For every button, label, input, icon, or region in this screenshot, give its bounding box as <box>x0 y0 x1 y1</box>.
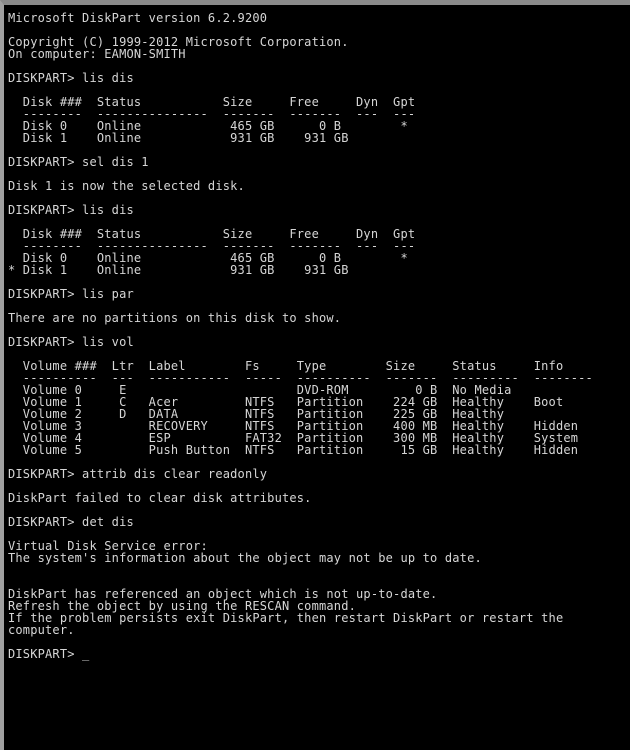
table-row: Volume 5 Push Button NTFS Partition 15 G… <box>8 443 579 457</box>
stale-object-line-3: If the problem persists exit DiskPart, t… <box>8 611 564 625</box>
version-line: Microsoft DiskPart version 6.2.9200 <box>8 11 268 25</box>
vds-error-detail: The system's information about the objec… <box>8 551 482 565</box>
prompt-line-list-volume: DISKPART> lis vol <box>8 335 134 349</box>
attrib-failed-message: DiskPart failed to clear disk attributes… <box>8 491 312 505</box>
table-row: Disk 1 Online 931 GB 931 GB <box>8 131 423 145</box>
prompt-line-list-disk-1: DISKPART> lis dis <box>8 71 134 85</box>
no-partitions-message: There are no partitions on this disk to … <box>8 311 342 325</box>
console-output-area[interactable]: Microsoft DiskPart version 6.2.9200 Copy… <box>4 5 630 750</box>
diskpart-console-window[interactable]: Microsoft DiskPart version 6.2.9200 Copy… <box>0 0 630 750</box>
prompt-line-detail-disk: DISKPART> det dis <box>8 515 134 529</box>
prompt-line-list-disk-2: DISKPART> lis dis <box>8 203 134 217</box>
disk-selected-message: Disk 1 is now the selected disk. <box>8 179 245 193</box>
prompt-line-list-partition: DISKPART> lis par <box>8 287 134 301</box>
computer-name-line: On computer: EAMON-SMITH <box>8 47 186 61</box>
active-prompt-line[interactable]: DISKPART> _ <box>8 648 630 660</box>
table-row-selected: * Disk 1 Online 931 GB 931 GB <box>8 263 423 277</box>
prompt-line-select-disk: DISKPART> sel dis 1 <box>8 155 149 169</box>
prompt-text: DISKPART> <box>8 647 83 661</box>
stale-object-line-4: computer. <box>8 623 75 637</box>
prompt-line-attrib-disk: DISKPART> attrib dis clear readonly <box>8 467 268 481</box>
text-cursor: _ <box>82 647 90 661</box>
